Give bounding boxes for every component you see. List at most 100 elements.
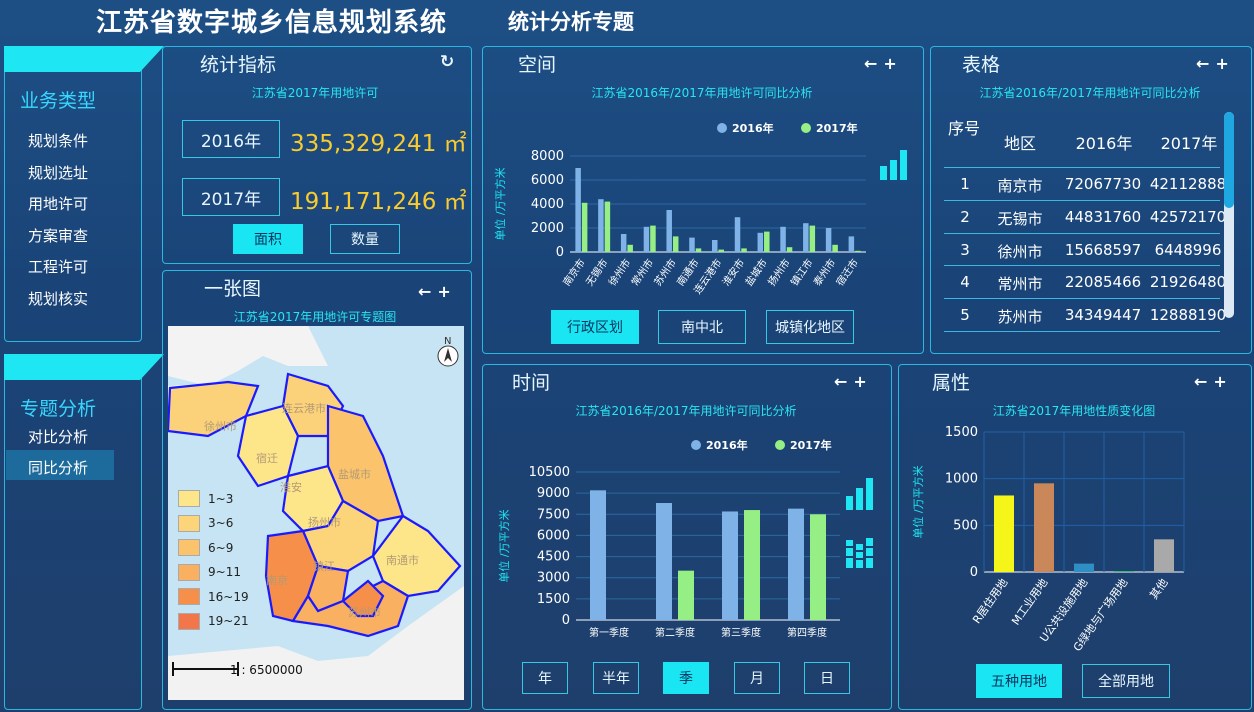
map-view[interactable]: 连云港市 徐州市 宿迁 盐城市 淮安 扬州市 南通市 南京 镇江 苏州市 N 1… xyxy=(168,326,464,700)
stats-subtitle: 江苏省2017年用地许可 xyxy=(251,86,379,100)
bar-2017年 xyxy=(678,570,694,620)
table-title: 表格 xyxy=(962,54,1001,76)
y-tick-label: 4000 xyxy=(531,197,564,212)
x-tick-label: 徐州市 xyxy=(606,256,634,288)
x-tick-label: 其他 xyxy=(1147,576,1170,601)
x-tick-label: 第四季度 xyxy=(787,626,827,639)
sidebar-item-2[interactable]: 用地许可 xyxy=(28,193,88,214)
table-scrollbar[interactable] xyxy=(1224,112,1234,318)
sidebar-item-4[interactable]: 工程许可 xyxy=(28,256,88,277)
bar-2017年 xyxy=(581,202,588,252)
bar-2016年 xyxy=(757,232,764,252)
x-tick-label: 第一季度 xyxy=(589,626,629,639)
legend-label: 2017年 xyxy=(816,121,858,135)
bar-2016年 xyxy=(689,237,695,252)
stats-year-2016: 2016年 xyxy=(182,120,280,158)
sidebar-item-0[interactable]: 规划条件 xyxy=(28,130,88,151)
sidebar-item-5[interactable]: 规划核实 xyxy=(28,288,88,309)
back-arrow-icon[interactable]: ← xyxy=(834,372,853,391)
bar-2016年 xyxy=(575,168,581,252)
bar-2017年 xyxy=(786,247,793,252)
sidebar-tab-decoration xyxy=(4,46,164,72)
space-title: 空间 xyxy=(518,54,557,76)
back-arrow-icon[interactable]: ← xyxy=(418,282,437,301)
legend-swatch xyxy=(178,612,200,630)
count-button[interactable]: 数量 xyxy=(330,224,400,254)
legend-label: 2016年 xyxy=(706,438,748,452)
space-btn-2[interactable]: 城镇化地区 xyxy=(766,310,854,344)
bar-2016年 xyxy=(788,508,804,620)
x-tick-label: 盐城市 xyxy=(742,256,770,288)
stats-value-2016: 335,329,241 ㎡ xyxy=(290,131,467,157)
legend-label: 2016年 xyxy=(732,121,774,135)
legend-swatch xyxy=(178,514,200,532)
sidebar-topic-item-0[interactable]: 对比分析 xyxy=(28,426,88,447)
table-cell: 42572170 xyxy=(1149,207,1227,226)
table-subtitle: 江苏省2016年/2017年用地许可同比分析 xyxy=(979,86,1201,100)
add-icon[interactable]: + xyxy=(853,372,872,391)
stats-year-2017: 2017年 xyxy=(182,178,280,216)
x-tick-label: 镇江市 xyxy=(788,256,816,288)
bar-chart-icon[interactable] xyxy=(880,146,914,180)
legend-item: 3~6 xyxy=(178,514,233,532)
back-arrow-icon[interactable]: ← xyxy=(1196,54,1215,73)
sidebar-topic-item-1[interactable]: 同比分析 xyxy=(28,457,88,478)
sidebar-item-3[interactable]: 方案审查 xyxy=(28,225,88,246)
attr-btn-1[interactable]: 全部用地 xyxy=(1082,664,1170,698)
sidebar-item-1[interactable]: 规划选址 xyxy=(28,162,88,183)
legend-item: 16~19 xyxy=(178,588,249,605)
legend-label: 1~3 xyxy=(208,491,234,506)
legend-label: 9~11 xyxy=(208,565,241,579)
space-btn-0[interactable]: 行政区划 xyxy=(551,310,639,344)
area-button[interactable]: 面积 xyxy=(233,224,303,254)
y-tick-label: 0 xyxy=(970,565,978,580)
time-btn-3[interactable]: 月 xyxy=(734,662,780,694)
table-cell: 无锡市 xyxy=(997,209,1043,228)
bar-2016年 xyxy=(722,511,738,620)
stacked-chart-icon[interactable] xyxy=(846,536,880,570)
map-label-nantong: 南通市 xyxy=(386,553,419,567)
attr-btn-0[interactable]: 五种用地 xyxy=(976,664,1062,698)
map-label-yangzhou: 扬州市 xyxy=(308,515,341,529)
bar-2017年 xyxy=(604,201,611,252)
table-divider xyxy=(944,167,1220,168)
add-icon[interactable]: + xyxy=(437,282,456,301)
back-arrow-icon[interactable]: ← xyxy=(864,54,883,73)
sidebar-section-business: 业务类型 xyxy=(20,90,97,112)
time-btn-4[interactable]: 日 xyxy=(804,662,850,694)
time-btn-1[interactable]: 半年 xyxy=(593,662,639,694)
attr-toolbar: ←+ xyxy=(1194,372,1233,391)
back-arrow-icon[interactable]: ← xyxy=(1194,372,1213,391)
bar-chart-icon[interactable] xyxy=(846,476,880,510)
legend-marker xyxy=(775,440,785,450)
time-btn-2[interactable]: 季 xyxy=(663,662,709,694)
add-icon[interactable]: + xyxy=(883,54,902,73)
table-cell: 12888190 xyxy=(1149,306,1227,325)
map-scale: 1 : 6500000 xyxy=(230,663,303,677)
table-cell: 72067730 xyxy=(1064,175,1142,193)
sidebar-section-topic: 专题分析 xyxy=(20,398,97,420)
y-axis-label: 单位 /万平方米 xyxy=(911,465,925,538)
attr-title: 属性 xyxy=(932,372,971,394)
bar xyxy=(1034,483,1054,572)
time-btn-0[interactable]: 年 xyxy=(522,662,568,694)
table-scrollbar-thumb[interactable] xyxy=(1224,112,1234,208)
map-svg: 连云港市 徐州市 宿迁 盐城市 淮安 扬州市 南通市 南京 镇江 苏州市 N 1… xyxy=(168,326,464,700)
y-tick-label: 8000 xyxy=(531,149,564,164)
legend-swatch xyxy=(178,490,200,507)
legend-marker xyxy=(691,440,701,450)
add-icon[interactable]: + xyxy=(1215,54,1234,73)
bar-2016年 xyxy=(803,223,809,252)
legend-item: 19~21 xyxy=(178,612,249,630)
table-cell: 42112888 xyxy=(1149,175,1227,193)
y-tick-label: 1500 xyxy=(945,425,978,440)
refresh-icon[interactable]: ↻ xyxy=(440,52,454,72)
space-btn-1[interactable]: 南中北 xyxy=(658,310,746,344)
map-label-suzhou: 苏州市 xyxy=(348,605,381,619)
y-tick-label: 4500 xyxy=(537,550,570,565)
bar-2017年 xyxy=(744,510,760,620)
bar-2017年 xyxy=(718,249,724,252)
add-icon[interactable]: + xyxy=(1213,372,1232,391)
table-cell: 15668597 xyxy=(1064,240,1142,259)
y-axis-label: 单位 /万平方米 xyxy=(497,509,511,582)
